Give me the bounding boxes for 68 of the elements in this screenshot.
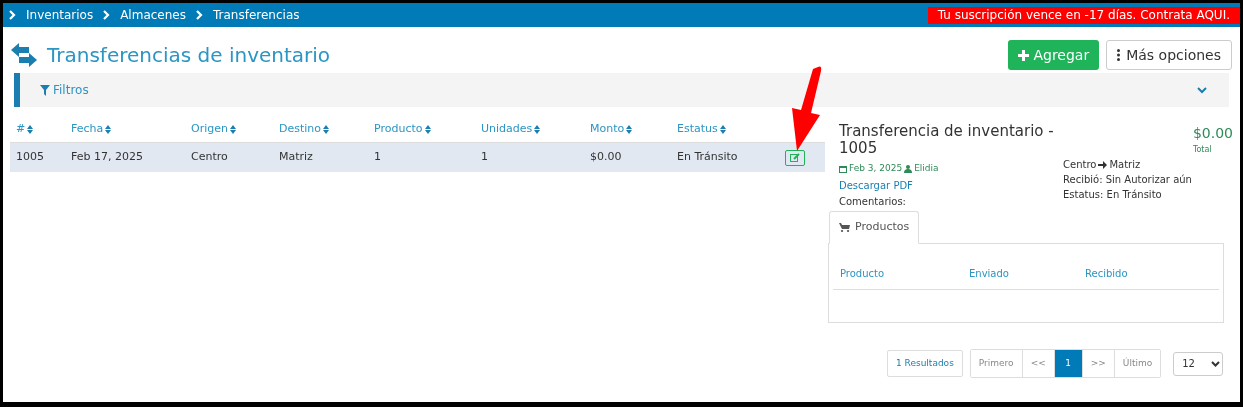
status-text: Estatus: En Tránsito <box>1063 188 1163 202</box>
table-cell-text: 1 <box>374 149 382 166</box>
transfer-icon <box>11 43 37 67</box>
edit-button[interactable] <box>785 149 805 166</box>
results-count: 1 Resultados <box>887 350 963 377</box>
add-button[interactable]: Agregar <box>1008 40 1100 70</box>
column-header[interactable]: Destino <box>279 121 374 138</box>
download-pdf-link[interactable]: Descargar PDF <box>839 177 1059 193</box>
subscription-notice[interactable]: Tu suscripción vence en -17 días. Contrata AQUI. <box>927 6 1240 24</box>
filters-label: Filtros <box>53 82 89 99</box>
total-amount: $0.00 <box>1192 124 1233 143</box>
table-cell-text: 1 <box>481 149 489 166</box>
sort-icon <box>323 125 330 134</box>
sort-icon <box>534 125 541 134</box>
comments-label: Comentarios: <box>839 194 907 209</box>
kebab-icon <box>1117 49 1121 61</box>
table-cell-text: En Tránsito <box>677 149 739 166</box>
column-header[interactable]: Unidades <box>481 121 590 138</box>
column-header[interactable]: Fecha <box>71 121 191 138</box>
breadcrumb-link[interactable]: Transferencias <box>212 6 300 24</box>
chevron-right-icon <box>195 10 203 20</box>
column-header: Recibido <box>1085 266 1129 281</box>
sort-icon <box>105 125 112 134</box>
table-row[interactable]: 1005 Feb 17, 2025 Centro Matriz 1 1 $0.00 En Tránsito <box>10 143 825 172</box>
sort-icon <box>719 125 726 134</box>
column-header[interactable]: Origen <box>191 121 279 138</box>
chevron-right-icon <box>103 10 111 20</box>
column-header: Enviado <box>969 266 1010 281</box>
chevron-right-icon <box>9 10 16 20</box>
table-cell-text: 1005 <box>16 149 45 166</box>
plus-icon <box>1018 49 1030 61</box>
detail-date: Feb 3, 2025 <box>849 162 903 175</box>
cart-icon <box>839 222 850 232</box>
calendar-icon <box>839 164 847 173</box>
sort-icon <box>424 125 431 134</box>
table-cell-text: $0.00 <box>590 149 623 166</box>
detail-user: Elidia <box>914 162 939 175</box>
caret-icon <box>1211 360 1221 367</box>
table-cell-text: Centro <box>191 149 229 166</box>
user-icon <box>904 164 913 173</box>
origin-text: Centro <box>1063 158 1097 172</box>
page-title: Transferencias de inventario <box>47 42 331 69</box>
sort-icon <box>626 125 633 134</box>
page-button[interactable]: 1 <box>1053 350 1082 377</box>
arrow-right-icon <box>1098 160 1108 169</box>
page-size-select[interactable]: 12 <box>1173 351 1224 376</box>
more-options-button[interactable]: Más opciones <box>1106 40 1232 70</box>
table-cell-text: Matriz <box>279 149 314 166</box>
products-tab[interactable]: Productos <box>829 210 920 244</box>
destination-text: Matriz <box>1109 158 1141 172</box>
chevron-icon[interactable] <box>1197 86 1207 94</box>
breadcrumb-link[interactable]: Inventarios <box>26 6 94 24</box>
column-header[interactable]: # <box>16 121 71 138</box>
column-header[interactable]: Estatus <box>677 121 785 138</box>
sort-icon <box>27 125 34 134</box>
table-cell-text: Feb 17, 2025 <box>71 149 144 166</box>
column-header: Producto <box>840 266 886 281</box>
edit-icon <box>790 153 800 162</box>
breadcrumb-link[interactable]: Almacenes <box>120 6 186 24</box>
total-label: Total <box>1192 144 1213 156</box>
detail-title: Transferencia de inventario - 1005 <box>839 123 1055 157</box>
sort-icon <box>229 125 236 134</box>
column-header[interactable]: Producto <box>374 121 481 138</box>
page-button[interactable]: Último <box>1113 350 1161 377</box>
filter-icon <box>40 84 50 96</box>
column-header[interactable]: Monto <box>590 121 677 138</box>
filters-bar[interactable]: Filtros <box>14 73 1229 107</box>
received-text: Recibió: Sin Autorizar aún <box>1063 173 1193 187</box>
